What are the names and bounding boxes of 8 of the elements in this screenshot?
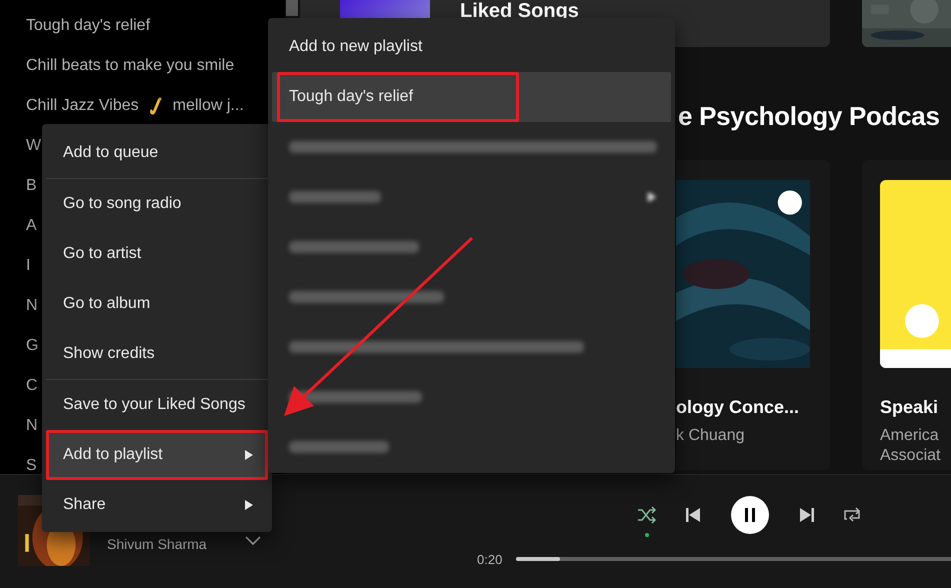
card-subtitle: America [880, 426, 940, 446]
card-title: ology Conce... [676, 396, 800, 418]
card-subtitle: Associat [880, 446, 942, 466]
section-heading: e Psychology Podcas [678, 100, 941, 132]
elapsed-time: 0:20 [477, 552, 504, 566]
card-subtitle: k Chuang [676, 426, 746, 446]
card-title: Liked Songs [460, 0, 579, 22]
card-title: Speaki [880, 396, 940, 418]
